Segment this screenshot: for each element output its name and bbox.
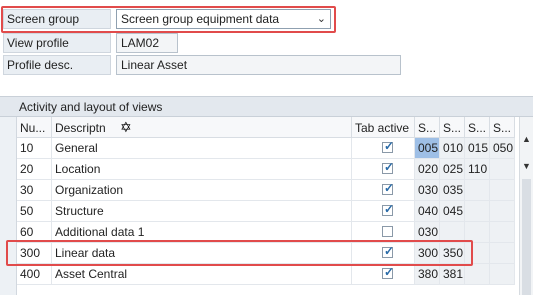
cell-tab-active: ✓ <box>352 180 415 201</box>
cell-tab-active: ✓ <box>352 138 415 159</box>
linear-data-highlight <box>6 240 473 266</box>
cell-screen-3[interactable] <box>465 264 490 285</box>
check-mark-icon: ✓ <box>384 181 395 195</box>
cell-screen-4[interactable] <box>490 201 515 222</box>
profile-desc-label: Profile desc. <box>3 55 111 75</box>
screen-group-highlight <box>1 6 336 33</box>
cell-screen-1[interactable]: 020 <box>415 159 440 180</box>
cell-screen-4[interactable] <box>490 222 515 243</box>
cell-number: 50 <box>17 201 52 222</box>
cell-screen-3[interactable]: 110 <box>465 159 490 180</box>
view-profile-label: View profile <box>3 33 111 53</box>
cell-screen-2[interactable]: 381 <box>440 264 465 285</box>
view-profile-field[interactable]: LAM02 <box>116 33 178 53</box>
checkbox-checked-icon[interactable]: ✓ <box>382 265 395 279</box>
cell-description: Structure <box>52 201 352 222</box>
cell-screen-3[interactable]: 015 <box>465 138 490 159</box>
cell-tab-active: ✓ <box>352 264 415 285</box>
cell-description: General <box>52 138 352 159</box>
cell-tab-active: ✓ <box>352 201 415 222</box>
cell-number: 10 <box>17 138 52 159</box>
cell-screen-1[interactable]: 005 <box>415 138 440 159</box>
check-mark-icon: ✓ <box>384 202 395 216</box>
cell-screen-1[interactable]: 030 <box>415 180 440 201</box>
profile-desc-field[interactable]: Linear Asset <box>116 55 401 75</box>
cell-screen-4[interactable] <box>490 264 515 285</box>
col-header-screen-1[interactable]: S... <box>415 117 440 138</box>
cell-description: Asset Central <box>52 264 352 285</box>
cell-description: Organization <box>52 180 352 201</box>
checkbox-checked-icon[interactable]: ✓ <box>382 202 395 216</box>
checkbox-checked-icon[interactable]: ✓ <box>382 139 395 153</box>
checkbox-unchecked-icon[interactable] <box>382 226 393 237</box>
cell-screen-1[interactable]: 040 <box>415 201 440 222</box>
table-title: Activity and layout of views <box>0 96 533 117</box>
checkbox-checked-icon[interactable]: ✓ <box>382 160 395 174</box>
cell-screen-1[interactable]: 380 <box>415 264 440 285</box>
check-mark-icon: ✓ <box>384 265 395 279</box>
cell-number: 20 <box>17 159 52 180</box>
cell-screen-4[interactable] <box>490 243 515 264</box>
col-header-tab-active[interactable]: Tab active <box>352 117 415 138</box>
cell-screen-2[interactable]: 025 <box>440 159 465 180</box>
cell-number: 30 <box>17 180 52 201</box>
cell-screen-4[interactable] <box>490 159 515 180</box>
scroll-thumb[interactable] <box>522 179 531 295</box>
cell-description: Location <box>52 159 352 180</box>
col-header-screen-3[interactable]: S... <box>465 117 490 138</box>
cell-screen-3[interactable] <box>465 180 490 201</box>
checkbox-checked-icon[interactable]: ✓ <box>382 181 395 195</box>
cell-screen-2[interactable]: 035 <box>440 180 465 201</box>
scroll-up-icon[interactable]: ▲ <box>522 134 531 144</box>
row-selector-column[interactable] <box>0 117 17 295</box>
col-header-screen-4[interactable]: S... <box>490 117 515 138</box>
cell-screen-4[interactable]: 050 <box>490 138 515 159</box>
check-mark-icon: ✓ <box>384 160 395 174</box>
col-header-number[interactable]: Nu... <box>17 117 52 138</box>
check-mark-icon: ✓ <box>384 139 395 153</box>
col-header-description[interactable]: Descriptn <box>52 117 352 138</box>
col-header-screen-2[interactable]: S... <box>440 117 465 138</box>
vertical-scrollbar[interactable]: ▲ ▼ <box>519 117 533 295</box>
cell-screen-2[interactable]: 010 <box>440 138 465 159</box>
cell-screen-2[interactable]: 045 <box>440 201 465 222</box>
cell-screen-3[interactable] <box>465 201 490 222</box>
scroll-down-icon[interactable]: ▼ <box>522 161 531 171</box>
move-cursor-icon: ✡ <box>120 119 132 135</box>
cell-number: 400 <box>17 264 52 285</box>
cell-screen-4[interactable] <box>490 180 515 201</box>
views-table: Activity and layout of views Nu... Descr… <box>0 94 533 295</box>
cell-tab-active: ✓ <box>352 159 415 180</box>
